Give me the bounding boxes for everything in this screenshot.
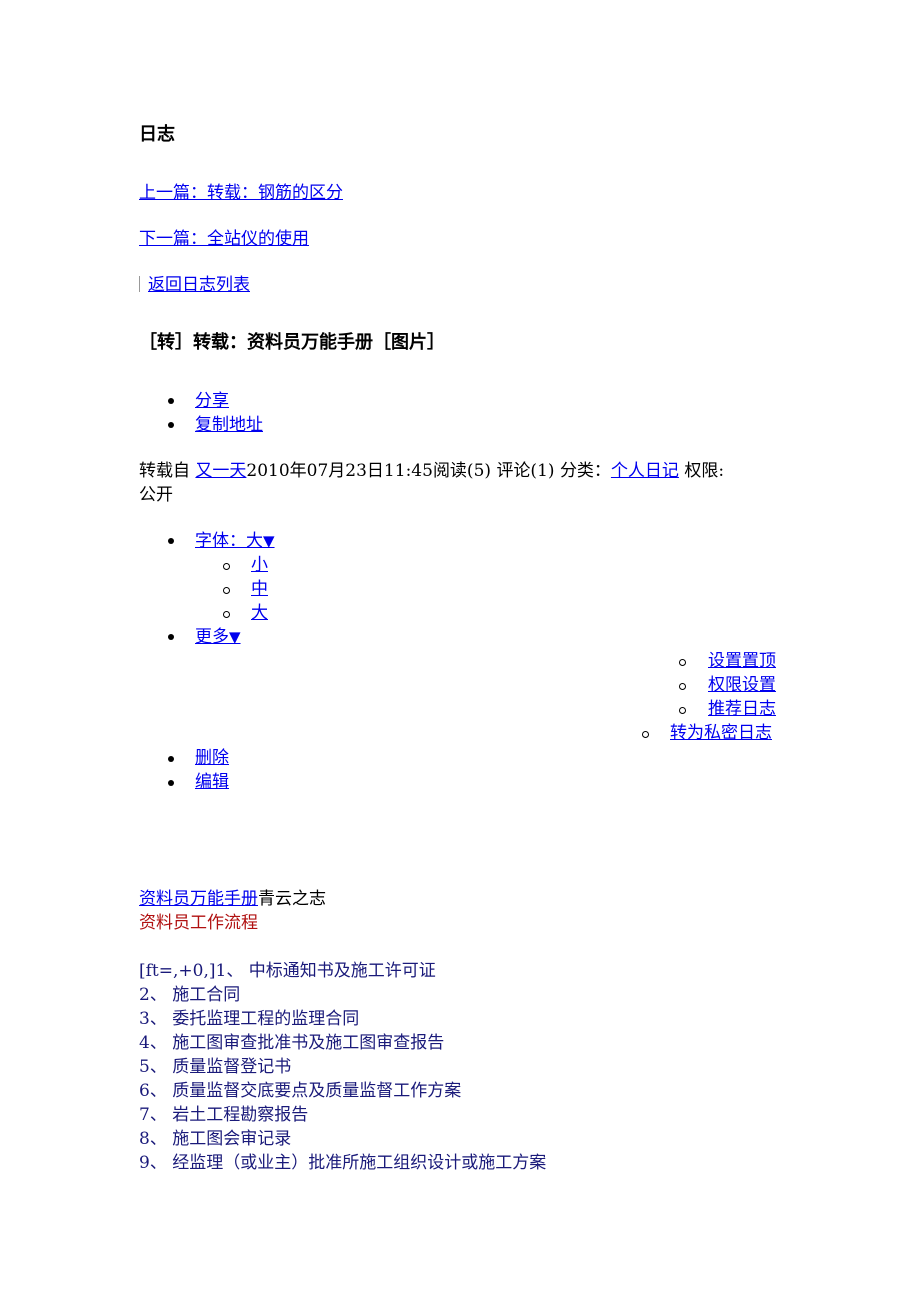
list-item: [ft=,+0,]1、 中标通知书及施工许可证	[139, 959, 436, 983]
font-size-label: 字体：大	[195, 531, 263, 551]
dropdown-arrow-icon: ▼	[263, 532, 275, 550]
separator	[139, 276, 140, 292]
meta-comments: 评论(1)	[496, 461, 555, 481]
bullet-icon	[168, 756, 174, 762]
font-size-small-option[interactable]: 小	[251, 553, 268, 577]
source-line: 资料员万能手册青云之志	[139, 887, 326, 911]
author-link[interactable]: 又一天	[195, 461, 246, 481]
meta-permission-label: 权限:	[684, 461, 725, 481]
delete-link[interactable]: 删除	[195, 746, 229, 770]
list-item: 3、 委托监理工程的监理合同	[139, 1009, 360, 1029]
list-item: 6、 质量监督交底要点及质量监督工作方案	[139, 1081, 462, 1101]
section-title: 资料员工作流程	[139, 913, 258, 933]
circle-bullet-icon	[642, 731, 649, 738]
share-link[interactable]: 分享	[195, 389, 229, 413]
page-heading: 日志	[139, 124, 175, 145]
circle-bullet-icon	[223, 563, 230, 570]
back-to-list-link[interactable]: 返回日志列表	[148, 275, 250, 295]
source-suffix: 青云之志	[258, 889, 326, 909]
item-text: 1、 中标通知书及施工许可证	[215, 961, 436, 981]
bullet-icon	[168, 780, 174, 786]
circle-bullet-icon	[679, 707, 686, 714]
meta-prefix: 转载自	[139, 461, 190, 481]
circle-bullet-icon	[679, 683, 686, 690]
make-private-option[interactable]: 转为私密日志	[670, 721, 772, 745]
meta-date: 2010年07月23日11:45	[246, 461, 433, 481]
set-top-option[interactable]: 设置置顶	[708, 649, 776, 673]
meta-reads: 阅读(5)	[432, 461, 492, 481]
list-item: 8、 施工图会审记录	[139, 1129, 292, 1149]
post-meta: 转载自 又一天2010年07月23日11:45阅读(5) 评论(1) 分类：个人…	[139, 459, 724, 483]
bullet-icon	[168, 398, 174, 404]
more-menu[interactable]: 更多▼	[195, 625, 241, 649]
bullet-icon	[168, 538, 174, 544]
font-size-large-option[interactable]: 大	[251, 601, 268, 625]
circle-bullet-icon	[679, 659, 686, 666]
list-item: 7、 岩土工程勘察报告	[139, 1105, 309, 1125]
bullet-icon	[168, 422, 174, 428]
list-item: 5、 质量监督登记书	[139, 1057, 292, 1077]
source-link[interactable]: 资料员万能手册	[139, 889, 258, 909]
copy-address-link[interactable]: 复制地址	[195, 413, 263, 437]
prev-post-link[interactable]: 上一篇：转载：钢筋的区分	[139, 181, 343, 205]
dropdown-arrow-icon: ▼	[229, 628, 241, 646]
list-item: 9、 经监理（或业主）批准所施工组织设计或施工方案	[139, 1153, 547, 1173]
font-size-medium-option[interactable]: 中	[251, 577, 268, 601]
meta-category-label: 分类：	[559, 461, 611, 481]
list-item: 4、 施工图审查批准书及施工图审查报告	[139, 1033, 445, 1053]
permission-settings-option[interactable]: 权限设置	[708, 673, 776, 697]
bullet-icon	[168, 634, 174, 640]
font-size-menu[interactable]: 字体：大▼	[195, 529, 275, 553]
recommend-post-option[interactable]: 推荐日志	[708, 697, 776, 721]
circle-bullet-icon	[223, 587, 230, 594]
item-prefix: [ft=,+0,]	[139, 961, 216, 981]
list-item: 2、 施工合同	[139, 985, 241, 1005]
circle-bullet-icon	[223, 611, 230, 618]
post-title: ［转］转载：资料员万能手册［图片］	[139, 332, 445, 353]
back-row: 返回日志列表	[139, 273, 250, 297]
category-link[interactable]: 个人日记	[611, 461, 679, 481]
next-post-link[interactable]: 下一篇：全站仪的使用	[139, 227, 309, 251]
edit-link[interactable]: 编辑	[195, 770, 229, 794]
meta-permission: 公开	[139, 485, 173, 505]
more-menu-label: 更多	[195, 627, 229, 647]
